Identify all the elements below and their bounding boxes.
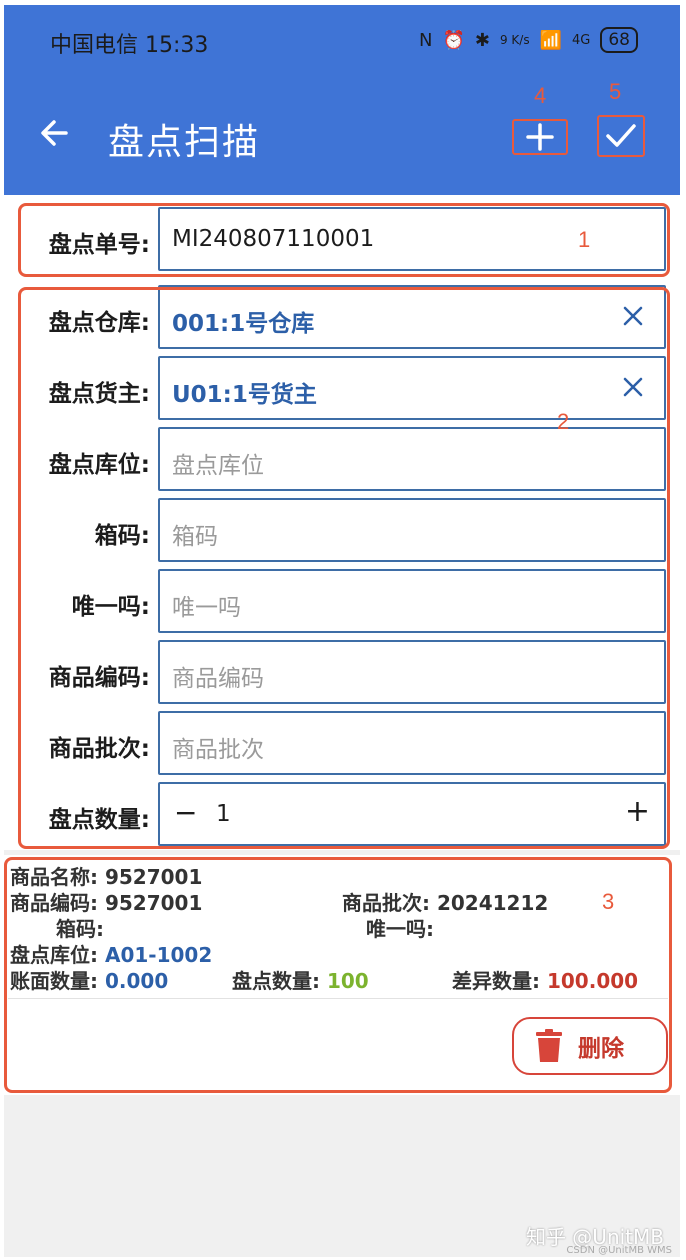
wifi-icon: 📶 xyxy=(539,29,562,51)
alarm-icon: ⏰ xyxy=(442,29,465,51)
add-button[interactable] xyxy=(512,119,568,155)
annotation-frame-2 xyxy=(18,287,670,849)
page-title: 盘点扫描 xyxy=(108,122,261,163)
confirm-button[interactable] xyxy=(597,115,645,157)
back-button[interactable] xyxy=(36,113,76,153)
status-carrier-time: 中国电信 15:33 xyxy=(50,33,209,58)
status-icons: N ⏰ ✱ 9 K/s 📶 4G 68 xyxy=(419,27,638,53)
annotation-2: 2 xyxy=(557,409,570,434)
bluetooth-icon: ✱ xyxy=(474,29,490,51)
network-speed: 9 K/s xyxy=(499,33,530,47)
annotation-3: 3 xyxy=(602,889,615,914)
check-icon xyxy=(606,124,636,147)
scan-form: 盘点单号: MI240807110001 盘点仓库: 001:1号仓库 盘点货主… xyxy=(4,195,680,850)
annotation-1: 1 xyxy=(578,227,591,252)
nfc-icon: N xyxy=(418,29,433,51)
watermark-small: CSDN @UnitMB WMS xyxy=(566,1245,672,1256)
arrow-left-icon xyxy=(41,120,68,146)
plus-icon xyxy=(526,123,554,151)
annotation-frame-1 xyxy=(18,203,670,277)
annotation-frame-3 xyxy=(4,857,672,1093)
annotation-5: 5 xyxy=(609,79,622,104)
network-type: 4G xyxy=(572,32,591,48)
record-card: 商品名称: 9527001 商品编码: 9527001 商品批次: 202412… xyxy=(4,855,680,1095)
app-bar: 中国电信 15:33 N ⏰ ✱ 9 K/s 📶 4G 68 盘点扫描 4 5 xyxy=(4,5,680,195)
battery-indicator: 68 xyxy=(600,27,638,53)
annotation-4: 4 xyxy=(534,83,547,108)
phone-screen: 中国电信 15:33 N ⏰ ✱ 9 K/s 📶 4G 68 盘点扫描 4 5 … xyxy=(4,5,680,1257)
